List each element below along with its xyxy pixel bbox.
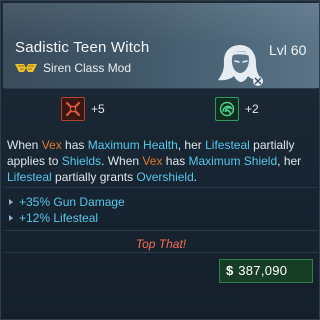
stat-list: +35% Gun Damage +12% Lifesteal <box>9 194 125 226</box>
keyword-vex: Vex <box>142 154 163 168</box>
skill-bonus-value: +5 <box>91 102 105 116</box>
wings-icon <box>15 64 37 72</box>
keyword-maximum-health: Maximum Health <box>87 138 178 152</box>
item-description: When Vex has Maximum Health, her Lifeste… <box>7 138 302 184</box>
keyword-lifesteal: Lifesteal <box>205 138 250 152</box>
class-row: Siren Class Mod <box>15 60 131 76</box>
keyword-lifesteal: Lifesteal <box>7 170 52 184</box>
divider <box>5 187 317 188</box>
keyword-shields: Shields <box>61 154 102 168</box>
divider <box>5 88 317 89</box>
flavor-text: Top That! <box>135 237 187 251</box>
skill-bonus-2: +2 <box>215 97 259 121</box>
crossed-swords-skill-icon <box>61 97 85 121</box>
item-header: Sadistic Teen Witch Lvl 60 Siren Class M… <box>3 3 319 88</box>
stat-text: +12% Lifesteal <box>19 211 99 225</box>
item-level: Lvl 60 <box>269 42 307 58</box>
siren-portrait-icon <box>218 45 263 86</box>
bullet-arrow-icon <box>9 215 13 221</box>
item-name: Sadistic Teen Witch <box>15 39 150 56</box>
currency-dollar-icon: $ <box>226 263 234 278</box>
price-tag: $ 387,090 <box>219 259 313 283</box>
skill-bonus-value: +2 <box>245 102 259 116</box>
divider <box>5 252 317 253</box>
price-value: 387,090 <box>238 263 288 278</box>
class-label: Siren Class Mod <box>43 61 132 75</box>
divider <box>5 230 317 231</box>
item-card: Sadistic Teen Witch Lvl 60 Siren Class M… <box>0 0 320 320</box>
bullet-arrow-icon <box>9 199 13 205</box>
green-swirl-skill-icon <box>215 97 239 121</box>
stat-item: +35% Gun Damage <box>9 194 125 210</box>
keyword-overshield: Overshield <box>136 170 194 184</box>
keyword-vex: Vex <box>41 138 62 152</box>
stat-item: +12% Lifesteal <box>9 210 125 226</box>
skill-bonus-1: +5 <box>61 97 105 121</box>
keyword-maximum-shield: Maximum Shield <box>188 154 278 168</box>
stat-text: +35% Gun Damage <box>19 195 125 209</box>
